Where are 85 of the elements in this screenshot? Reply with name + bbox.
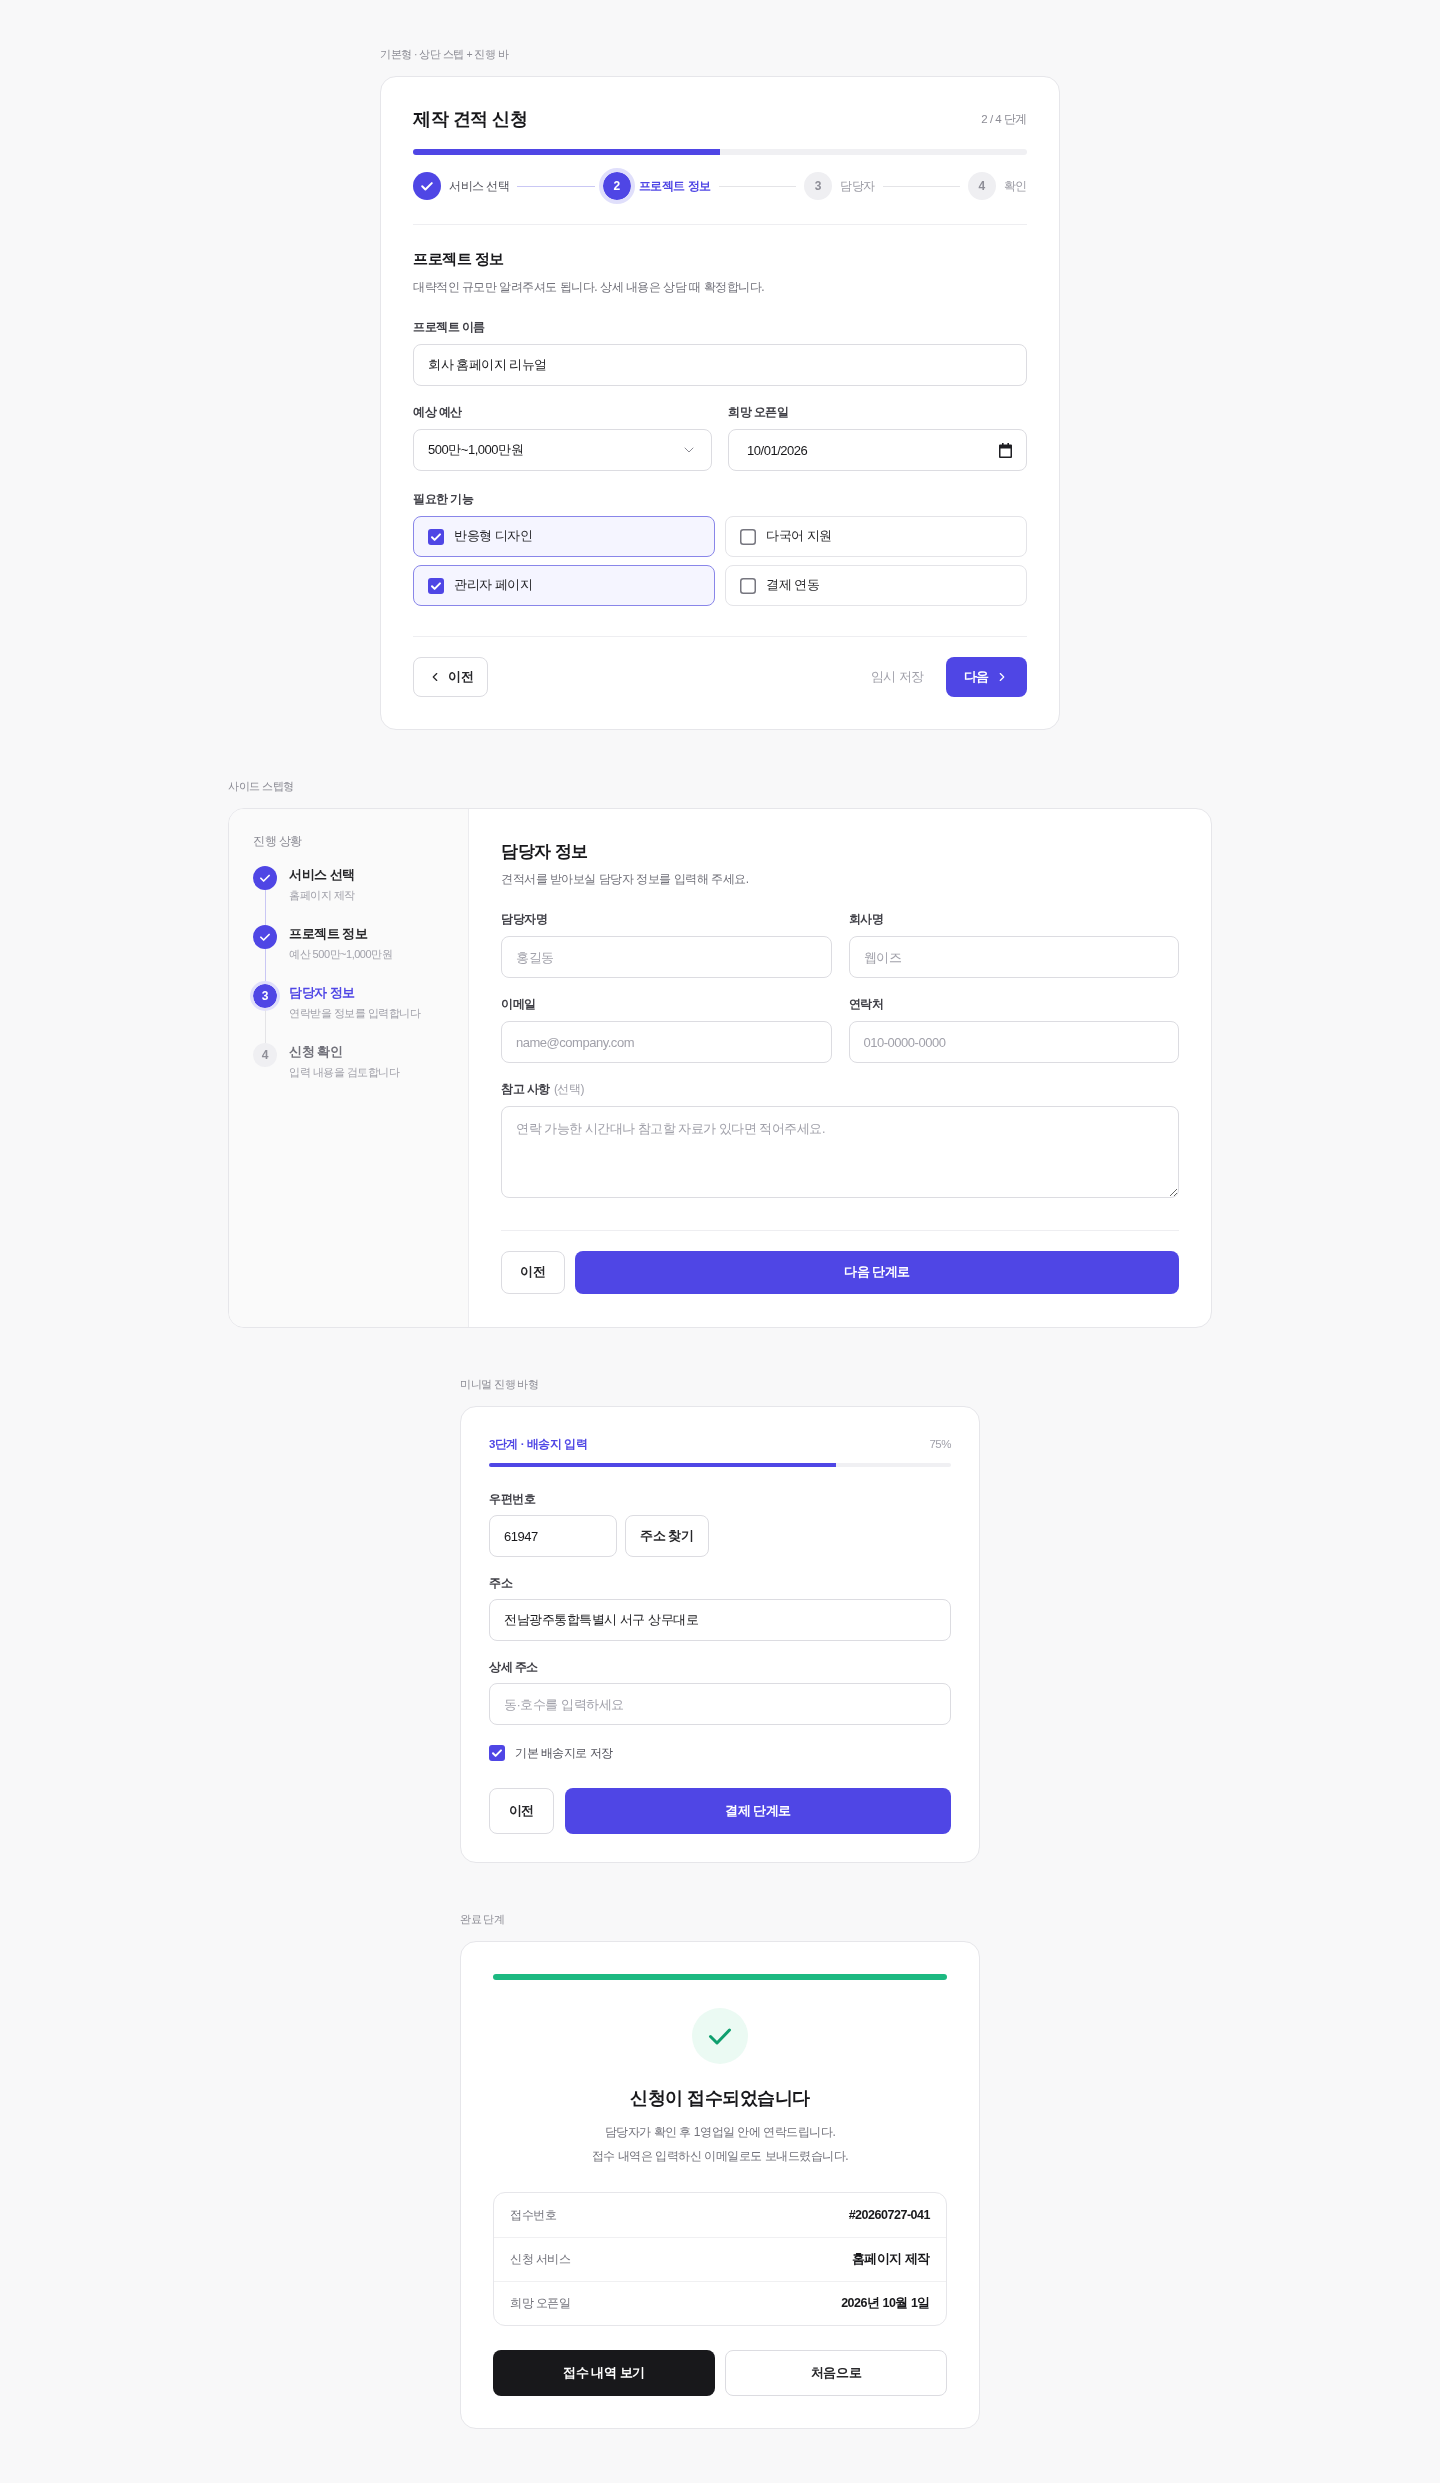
checkbox[interactable]	[489, 1745, 505, 1761]
back-button[interactable]: 이전	[489, 1788, 554, 1834]
step-label: 확인	[1003, 179, 1027, 194]
step-title: 신청 확인	[289, 1044, 344, 1061]
field-label: 주소	[489, 1575, 514, 1592]
section-caption: 사이드 스텝형	[228, 779, 294, 794]
field-label: 상세 주소	[489, 1659, 539, 1676]
step-label: 담당자	[840, 179, 875, 194]
input-field[interactable]: name@company.com	[501, 1021, 832, 1063]
field-label: 담당자명	[501, 911, 549, 928]
confirmation-message: 담당자가 확인 후 1영업일 안에 연락드립니다. 접수 내역은 입력하신 이메일로도 보내드렸습니다.	[591, 2124, 849, 2165]
calendar-icon[interactable]	[999, 442, 1012, 458]
section-caption: 완료 단계	[460, 1912, 505, 1927]
field-label: 우편번호	[489, 1491, 537, 1508]
optional-hint: (선택)	[553, 1081, 584, 1098]
summary-label: 접수번호	[510, 2206, 557, 2224]
step-number: 3	[804, 172, 832, 200]
section-title: 담당자 정보	[501, 841, 589, 863]
step-connector-line	[264, 890, 266, 925]
step-connector-line	[264, 949, 266, 984]
summary-value: #20260727-041	[848, 2208, 930, 2222]
step-label: 서비스 선택	[449, 179, 510, 194]
budget-select[interactable]: 500만~1,000만원	[413, 429, 712, 471]
field-label: 이메일	[501, 996, 537, 1013]
address-search-button[interactable]: 주소 찾기	[625, 1515, 709, 1557]
input-field[interactable]: 010-0000-0000	[848, 1021, 1179, 1063]
summary-value: 2026년 10월 1일	[841, 2295, 930, 2312]
step-detail: 홈페이지 제작	[289, 888, 356, 903]
step-detail: 연락받을 정보를 입력합니다	[289, 1006, 422, 1021]
section-description: 대략적인 규모만 알려주셔도 됩니다. 상세 내용은 상담 때 확정합니다.	[413, 279, 766, 296]
section-description: 견적서를 받아보실 담당자 정보를 입력해 주세요.	[501, 871, 750, 888]
input-field[interactable]: 61947	[489, 1515, 617, 1557]
section-caption: 미니멀 진행 바형	[460, 1377, 539, 1392]
field-label: 회사명	[848, 911, 885, 928]
next-button[interactable]: 다음	[945, 657, 1027, 697]
field-label: 희망 오픈일	[728, 404, 790, 421]
field-label: 연락처	[848, 996, 885, 1013]
checkbox[interactable]	[740, 528, 756, 545]
input-field[interactable]: 전남광주통합특별시 서구 상무대로	[489, 1599, 951, 1641]
progress-percent: 75%	[929, 1437, 951, 1452]
step-title: 3단계 · 배송지 입력	[489, 1437, 588, 1452]
checkbox[interactable]	[428, 577, 444, 594]
step-title: 담당자 정보	[289, 985, 356, 1002]
date-field[interactable]: 10/01/2026	[728, 429, 1027, 471]
field-label: 프로젝트 이름	[413, 319, 486, 336]
feature-option[interactable]: 결제 연동	[725, 565, 1027, 606]
step-detail: 예산 500만~1,000만원	[289, 947, 394, 962]
step-number: 4	[967, 172, 996, 200]
step-number: 4	[253, 1043, 277, 1067]
feature-option[interactable]: 다국어 지원	[725, 516, 1027, 557]
checkbox-label: 기본 배송지로 저장	[515, 1746, 613, 1761]
field-label: 참고 사항	[501, 1081, 550, 1098]
step-title: 프로젝트 정보	[289, 926, 369, 943]
textarea-field[interactable]: 연락 가능한 시간대나 참고할 자료가 있다면 적어주세요.	[501, 1106, 1179, 1198]
next-step-button[interactable]: 결제 단계로	[565, 1788, 951, 1834]
view-details-button[interactable]: 접수 내역 보기	[493, 2350, 715, 2396]
step-counter: 2 / 4 단계	[981, 111, 1027, 127]
summary-value: 홈페이지 제작	[851, 2251, 930, 2268]
restart-button[interactable]: 처음으로	[725, 2350, 947, 2396]
input-field[interactable]: 홍길동	[501, 936, 832, 978]
checkbox[interactable]	[740, 577, 756, 594]
card-title: 제작 견적 신청	[413, 108, 528, 131]
back-button[interactable]: 이전	[501, 1251, 565, 1294]
input-field[interactable]: 웹이즈	[848, 936, 1179, 978]
checkbox[interactable]	[428, 528, 444, 545]
check-circle-icon	[692, 2008, 748, 2064]
section-caption: 기본형 · 상단 스텝 + 진행 바	[380, 47, 509, 62]
summary-label: 신청 서비스	[510, 2251, 571, 2268]
back-button[interactable]: 이전	[413, 657, 489, 697]
step-label: 프로젝트 정보	[638, 179, 711, 194]
feature-option[interactable]: 관리자 페이지	[413, 565, 715, 606]
step-title: 서비스 선택	[289, 867, 356, 884]
next-step-button[interactable]: 다음 단계로	[575, 1251, 1179, 1294]
input-field[interactable]: 회사 홈페이지 리뉴얼	[413, 344, 1027, 386]
step-number: 3	[250, 981, 280, 1011]
confirmation-title: 신청이 접수되었습니다	[630, 2087, 810, 2110]
feature-option[interactable]: 반응형 디자인	[413, 516, 715, 557]
field-label: 필요한 기능	[413, 491, 475, 508]
summary-label: 희망 오픈일	[510, 2295, 571, 2312]
section-title: 프로젝트 정보	[413, 249, 505, 269]
field-label: 예상 예산	[413, 404, 463, 421]
step-detail: 입력 내용을 검토합니다	[289, 1065, 401, 1080]
input-field[interactable]: 동·호수를 입력하세요	[489, 1683, 951, 1725]
sidebar-title: 진행 상황	[253, 834, 303, 849]
step-number: 2	[598, 168, 635, 204]
